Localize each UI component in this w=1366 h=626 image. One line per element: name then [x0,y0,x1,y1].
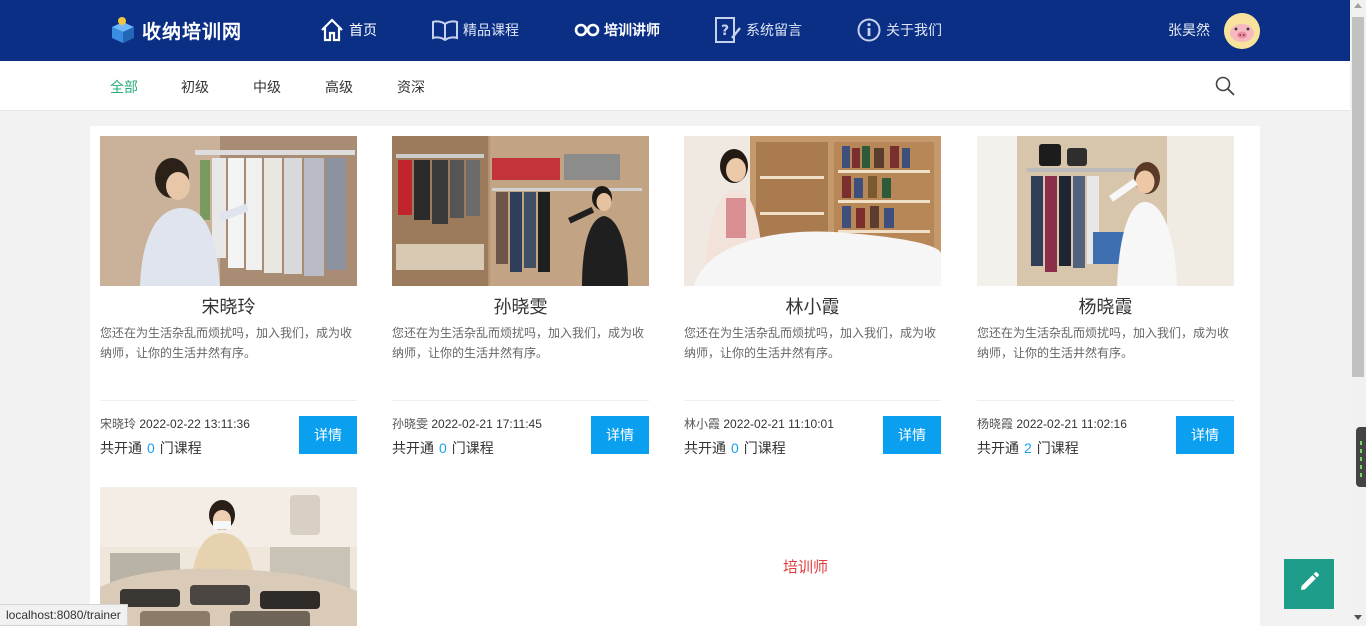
course-count: 共开通 0 门课程 [100,438,202,458]
category-senior[interactable]: 资深 [397,77,425,97]
trainer-description: 您还在为生活杂乱而烦扰吗，加入我们，成为收纳师，让你的生活井然有序。 [684,326,937,360]
trainer-photo[interactable] [977,136,1234,286]
course-count-suffix: 门课程 [743,440,786,456]
publisher: 杨晓霞 [977,417,1014,431]
course-count-suffix: 门课程 [451,440,494,456]
top-navbar: 收纳培训网 首页 精品课程 培训讲师 ? 系统留言 关于我们 张昊然 [0,0,1350,61]
publish-time: 2022-02-21 11:10:01 [723,417,834,431]
publish-info: 孙晓雯 2022-02-21 17:11:45 [392,415,542,432]
course-count-number: 2 [1024,440,1032,456]
course-count-suffix: 门课程 [1036,440,1079,456]
user-name[interactable]: 张昊然 [1168,20,1210,40]
publish-time: 2022-02-21 17:11:45 [431,417,542,431]
nav-about-label: 关于我们 [886,22,942,38]
scroll-up-icon[interactable] [1354,3,1362,8]
info-icon [856,17,882,43]
book-icon [431,19,459,41]
nav-courses[interactable]: 精品课程 [431,16,519,44]
pencil-icon [1298,571,1320,598]
publisher: 宋晓玲 [100,417,137,431]
detail-button[interactable]: 详情 [1176,416,1234,454]
nav-about[interactable]: 关于我们 [856,16,942,44]
nav-messages-label: 系统留言 [746,22,802,38]
course-count: 共开通 0 门课程 [684,438,786,458]
nav-courses-label: 精品课程 [463,22,519,38]
trainer-card: 林小霞 您还在为生活杂乱而烦扰吗，加入我们，成为收纳师，让你的生活井然有序。 林… [684,136,941,461]
trainer-card: 杨晓霞 您还在为生活杂乱而烦扰吗，加入我们，成为收纳师，让你的生活井然有序。 杨… [977,136,1234,461]
card-meta: 杨晓霞 2022-02-21 11:02:16 共开通 2 门课程 详情 [977,401,1234,461]
course-count-prefix: 共开通 [100,440,142,456]
course-count-prefix: 共开通 [977,440,1019,456]
course-count-suffix: 门课程 [159,440,202,456]
category-advanced[interactable]: 高级 [325,77,353,97]
svg-text:?: ? [721,23,729,39]
trainer-card-partial[interactable] [100,487,357,626]
logo-text: 收纳培训网 [142,21,243,43]
nav-home-label: 首页 [349,22,377,38]
category-bar: 全部 初级 中级 高级 资深 [0,61,1350,111]
category-all[interactable]: 全部 [110,77,138,97]
home-icon [319,17,345,43]
course-count-number: 0 [731,440,739,456]
trainer-name[interactable]: 宋晓玲 [100,295,357,319]
glasses-icon [574,21,600,39]
message-icon: ? [714,16,742,44]
search-icon[interactable] [1214,75,1236,97]
trainer-description: 您还在为生活杂乱而烦扰吗，加入我们，成为收纳师，让你的生活井然有序。 [977,326,1230,360]
scroll-thumb[interactable] [1352,17,1364,377]
publish-time: 2022-02-21 11:02:16 [1016,417,1127,431]
card-meta: 林小霞 2022-02-21 11:10:01 共开通 0 门课程 详情 [684,401,941,461]
detail-button[interactable]: 详情 [883,416,941,454]
course-count: 共开通 0 门课程 [392,438,494,458]
side-panel-handle[interactable] [1356,427,1366,487]
avatar[interactable] [1224,13,1260,49]
publish-info: 林小霞 2022-02-21 11:10:01 [684,415,834,432]
trainer-name[interactable]: 杨晓霞 [977,295,1234,319]
card-meta: 孙晓雯 2022-02-21 17:11:45 共开通 0 门课程 详情 [392,401,649,461]
trainer-card: 宋晓玲 您还在为生活杂乱而烦扰吗，加入我们，成为收纳师，让你的生活井然有序。 宋… [100,136,357,461]
trainer-photo[interactable] [100,487,357,626]
course-count-number: 0 [439,440,447,456]
category-beginner[interactable]: 初级 [181,77,209,97]
trainer-photo[interactable] [684,136,941,286]
card-meta: 宋晓玲 2022-02-22 13:11:36 共开通 0 门课程 详情 [100,401,357,461]
publish-info: 杨晓霞 2022-02-21 11:02:16 [977,415,1127,432]
publisher: 林小霞 [684,417,721,431]
course-count-prefix: 共开通 [392,440,434,456]
page-scrollbar[interactable] [1350,0,1366,626]
trainer-description: 您还在为生活杂乱而烦扰吗，加入我们，成为收纳师，让你的生活井然有序。 [100,326,353,360]
course-count-number: 0 [147,440,155,456]
trainer-name[interactable]: 孙晓雯 [392,295,649,319]
role-label: 培训师 [783,559,829,576]
trainer-name[interactable]: 林小霞 [684,295,941,319]
trainer-description: 您还在为生活杂乱而烦扰吗，加入我们，成为收纳师，让你的生活井然有序。 [392,326,645,360]
course-count: 共开通 2 门课程 [977,438,1079,458]
trainer-photo[interactable] [100,136,357,286]
category-intermediate[interactable]: 中级 [253,77,281,97]
browser-status-url: localhost:8080/trainer [0,604,128,626]
trainer-card: 孙晓雯 您还在为生活杂乱而烦扰吗，加入我们，成为收纳师，让你的生活井然有序。 孙… [392,136,649,461]
publish-time: 2022-02-22 13:11:36 [139,417,250,431]
trainer-photo[interactable] [392,136,649,286]
scroll-down-icon[interactable] [1354,615,1362,620]
nav-trainers-label: 培训讲师 [604,22,660,38]
nav-messages[interactable]: ? 系统留言 [714,16,802,44]
logo-icon [108,15,138,45]
publish-info: 宋晓玲 2022-02-22 13:11:36 [100,415,250,432]
detail-button[interactable]: 详情 [299,416,357,454]
nav-home[interactable]: 首页 [319,16,377,44]
edit-fab-button[interactable] [1284,559,1334,609]
site-logo[interactable]: 收纳培训网 [108,14,242,46]
publisher: 孙晓雯 [392,417,429,431]
detail-button[interactable]: 详情 [591,416,649,454]
course-count-prefix: 共开通 [684,440,726,456]
trainer-list: 宋晓玲 您还在为生活杂乱而烦扰吗，加入我们，成为收纳师，让你的生活井然有序。 宋… [90,126,1260,626]
nav-trainers[interactable]: 培训讲师 [574,16,660,44]
